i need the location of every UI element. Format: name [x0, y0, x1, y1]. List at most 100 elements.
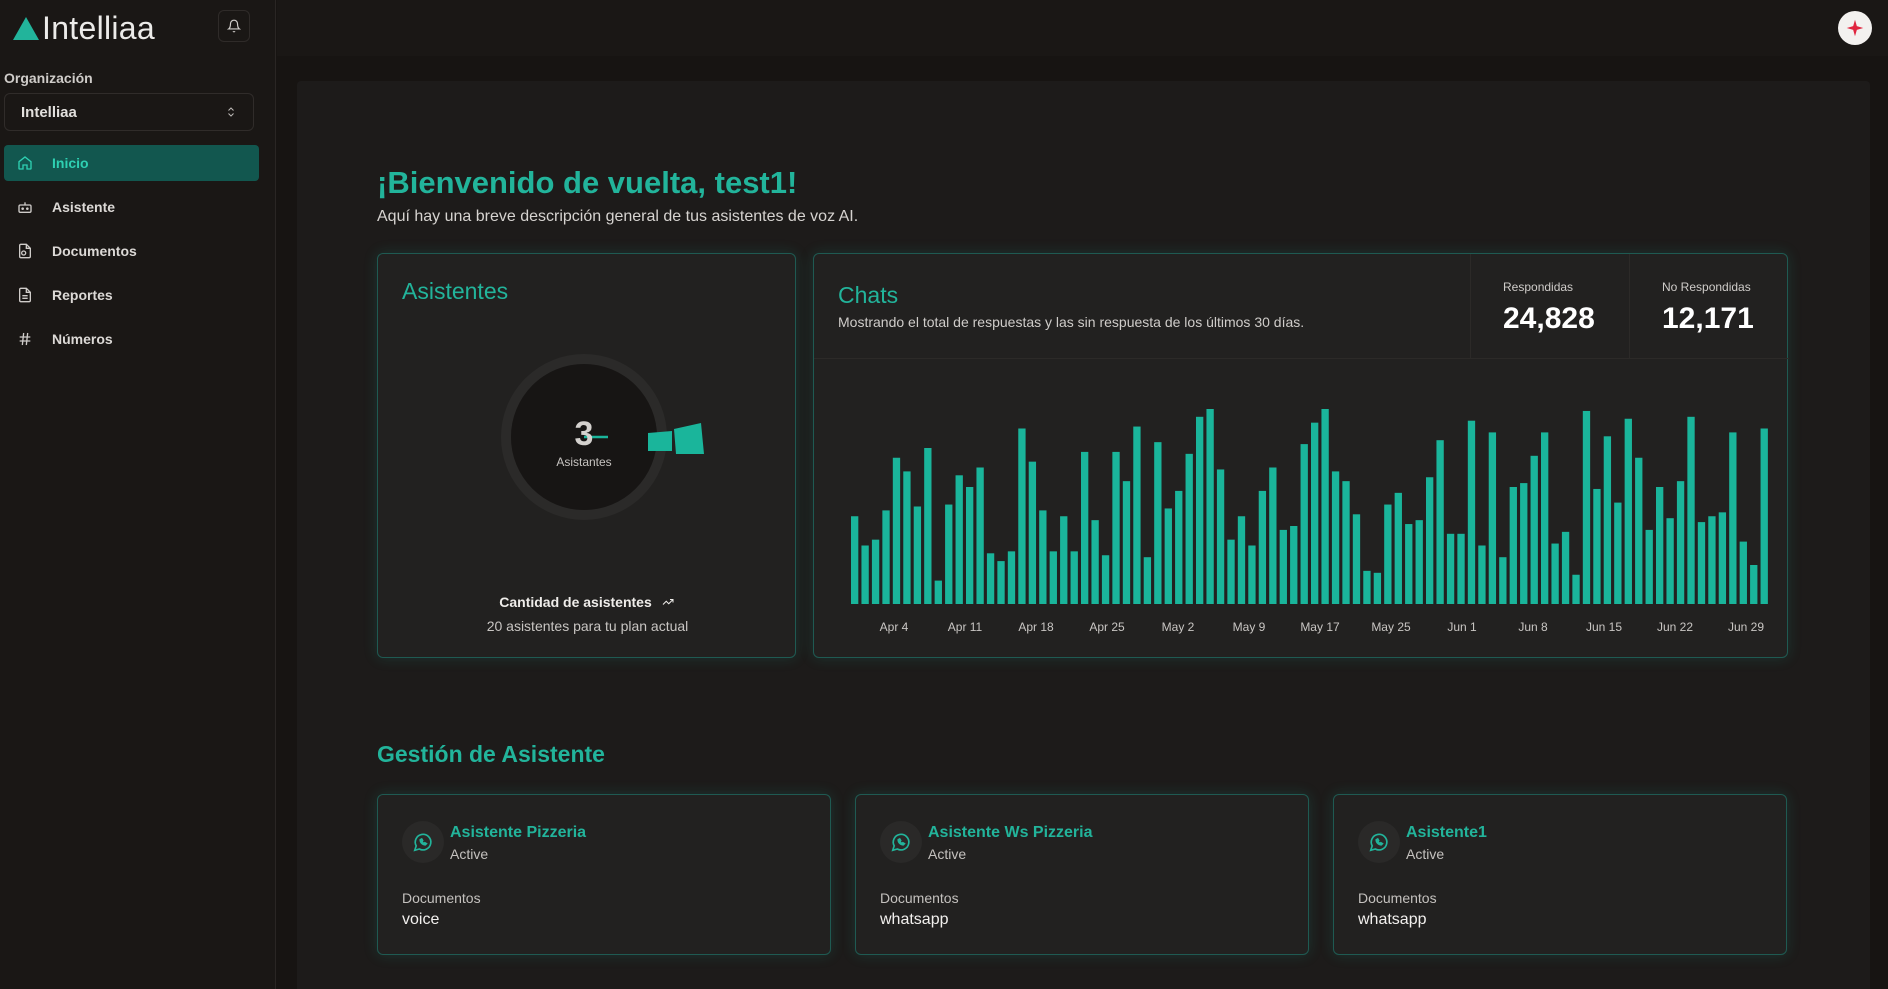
chart-bar[interactable]: [1478, 545, 1486, 605]
chart-bar[interactable]: [1352, 514, 1361, 604]
chart-bar[interactable]: [1729, 432, 1737, 604]
chart-bar[interactable]: [1541, 432, 1549, 604]
chart-bar[interactable]: [1551, 543, 1559, 604]
chart-bar[interactable]: [924, 448, 932, 604]
chart-bar[interactable]: [1331, 471, 1340, 604]
chart-bar[interactable]: [1509, 487, 1517, 604]
chart-bar[interactable]: [1666, 518, 1674, 604]
organization-select[interactable]: Intelliaa: [4, 93, 254, 131]
chart-bar[interactable]: [1593, 488, 1601, 604]
chart-bar[interactable]: [1196, 416, 1204, 604]
chart-bar[interactable]: [1708, 516, 1716, 604]
chart-bar[interactable]: [1530, 455, 1538, 604]
assistant-card[interactable]: Asistente1 Active Documentos whatsapp: [1333, 794, 1787, 955]
user-avatar-button[interactable]: [1838, 11, 1872, 45]
chart-bar[interactable]: [913, 506, 922, 605]
chart-bar[interactable]: [1645, 529, 1653, 604]
chart-bar[interactable]: [1269, 467, 1277, 605]
chart-bar[interactable]: [1656, 487, 1664, 604]
chart-bar[interactable]: [1133, 426, 1141, 604]
chart-bar[interactable]: [1603, 436, 1612, 604]
chart-bar[interactable]: [1018, 428, 1026, 605]
chart-bar[interactable]: [1216, 469, 1225, 604]
chart-bar[interactable]: [1446, 533, 1455, 604]
chart-bar[interactable]: [966, 487, 974, 604]
assistant-card[interactable]: Asistente Pizzeria Active Documentos voi…: [377, 794, 831, 955]
chart-bar[interactable]: [903, 471, 911, 604]
notifications-button[interactable]: [218, 10, 250, 42]
chart-bar[interactable]: [882, 510, 890, 604]
chart-bar[interactable]: [1112, 451, 1120, 604]
chart-bar[interactable]: [1164, 508, 1172, 604]
chart-bar[interactable]: [1582, 410, 1591, 604]
chart-bar[interactable]: [1614, 502, 1622, 604]
chart-bar[interactable]: [1258, 490, 1267, 604]
sidebar-item-reportes[interactable]: Reportes: [4, 277, 259, 313]
chart-bar[interactable]: [1561, 531, 1570, 604]
chart-bar[interactable]: [1488, 432, 1497, 604]
sidebar-item-inicio[interactable]: Inicio: [4, 145, 259, 181]
chart-bar[interactable]: [1415, 520, 1423, 604]
chart-bar[interactable]: [1750, 565, 1758, 604]
chart-bar[interactable]: [986, 553, 995, 604]
chart-bar[interactable]: [1321, 409, 1329, 604]
sidebar-item-numeros[interactable]: Números: [4, 321, 259, 357]
chart-bar[interactable]: [1384, 504, 1392, 604]
chart-bar[interactable]: [1039, 510, 1047, 604]
chart-bar[interactable]: [1624, 418, 1632, 604]
chart-bar[interactable]: [1227, 539, 1235, 604]
chart-bar[interactable]: [945, 504, 953, 604]
chart-bar[interactable]: [871, 539, 880, 604]
chart-bar[interactable]: [934, 580, 942, 604]
chart-bar[interactable]: [1718, 512, 1727, 604]
chart-bar[interactable]: [1122, 481, 1131, 604]
chart-bar[interactable]: [851, 516, 859, 604]
chart-bar[interactable]: [861, 545, 869, 605]
chart-bar[interactable]: [1007, 551, 1016, 604]
chart-bar[interactable]: [1070, 551, 1078, 604]
chart-bar[interactable]: [1436, 440, 1444, 604]
chart-bar[interactable]: [1300, 444, 1308, 604]
chart-bar[interactable]: [1676, 481, 1685, 604]
brand[interactable]: Intelliaa: [12, 8, 155, 48]
chart-bar[interactable]: [1635, 457, 1643, 604]
chart-bar[interactable]: [1101, 555, 1110, 604]
chart-bar[interactable]: [1143, 557, 1152, 604]
chart-bar[interactable]: [1028, 461, 1037, 604]
chart-bar[interactable]: [1363, 570, 1371, 604]
chart-bar[interactable]: [1290, 526, 1298, 604]
chart-bar[interactable]: [1342, 481, 1350, 604]
chart-bar[interactable]: [1185, 453, 1193, 604]
chart-bar[interactable]: [1311, 422, 1319, 604]
chart-bar[interactable]: [1248, 545, 1256, 605]
chart-bar[interactable]: [1697, 522, 1706, 604]
chart-bar[interactable]: [1520, 483, 1528, 604]
chart-bar[interactable]: [1739, 541, 1747, 604]
chart-bar[interactable]: [1373, 572, 1382, 604]
stat-unanswered[interactable]: No Respondidas 12,171: [1629, 254, 1789, 359]
chart-bar[interactable]: [976, 467, 984, 605]
stat-answered[interactable]: Respondidas 24,828: [1470, 254, 1629, 359]
chart-bar[interactable]: [1405, 524, 1413, 604]
chart-bar[interactable]: [1206, 409, 1214, 604]
chart-bar[interactable]: [1175, 490, 1183, 604]
chart-bar[interactable]: [955, 475, 963, 604]
assistant-card[interactable]: Asistente Ws Pizzeria Active Documentos …: [855, 794, 1309, 955]
chart-bar[interactable]: [1081, 451, 1089, 604]
chart-bar[interactable]: [1457, 533, 1465, 604]
sidebar-item-documentos[interactable]: Documentos: [4, 233, 259, 269]
chart-bar[interactable]: [1049, 551, 1057, 604]
chart-bar[interactable]: [1760, 428, 1768, 605]
sidebar-item-asistente[interactable]: Asistente: [4, 189, 259, 225]
chart-bar[interactable]: [997, 561, 1005, 604]
chart-bar[interactable]: [892, 457, 901, 604]
chart-bar[interactable]: [1687, 416, 1695, 604]
chart-bar[interactable]: [1499, 557, 1507, 604]
chart-bar[interactable]: [1394, 492, 1402, 604]
chart-bar[interactable]: [1091, 520, 1099, 604]
chart-bar[interactable]: [1237, 516, 1246, 604]
chart-bar[interactable]: [1154, 442, 1162, 604]
chart-bar[interactable]: [1426, 477, 1434, 604]
chart-bar[interactable]: [1467, 420, 1476, 604]
chart-bar[interactable]: [1279, 529, 1287, 604]
